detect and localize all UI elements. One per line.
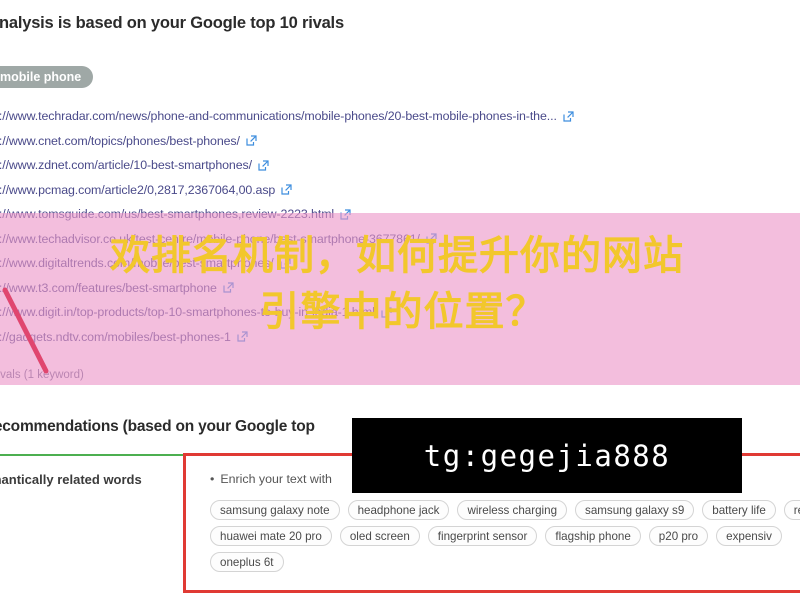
list-item[interactable]: os://www.zdnet.com/article/10-best-smart…	[0, 153, 800, 178]
external-link-icon[interactable]	[246, 135, 257, 146]
green-divider	[0, 454, 186, 456]
keyword-tag[interactable]: battery life	[702, 500, 776, 520]
keyword-badge[interactable]: mobile phone	[0, 66, 94, 88]
app-screenshot-root: analysis is based on your Google top 10 …	[0, 0, 800, 600]
list-item[interactable]: os://www.t3.com/features/best-smartphone	[0, 276, 800, 301]
keyword-tag[interactable]: oneplus 6t	[210, 552, 284, 572]
semantically-related-words-label: mantically related words	[0, 472, 142, 487]
keyword-tag[interactable]: rear cam	[783, 500, 800, 520]
external-link-icon[interactable]	[381, 307, 392, 318]
external-link-icon[interactable]	[426, 233, 437, 244]
rival-url-text[interactable]: os://gadgets.ndtv.com/mobiles/best-phone…	[0, 330, 231, 344]
rival-url-text[interactable]: os://www.pcmag.com/article2/0,2817,23670…	[0, 183, 275, 197]
redaction-overlay-box: tg:gegejia888	[352, 418, 742, 493]
keyword-tag[interactable]: huawei mate 20 pro	[210, 526, 332, 546]
list-item[interactable]: os://www.cnet.com/topics/phones/best-pho…	[0, 129, 800, 154]
list-item[interactable]: os://www.pcmag.com/article2/0,2817,23670…	[0, 178, 800, 203]
keyword-tag[interactable]: flagship phone	[545, 526, 641, 546]
keyword-tag[interactable]: headphone jack	[347, 500, 450, 520]
rival-url-text[interactable]: os://www.zdnet.com/article/10-best-smart…	[0, 158, 252, 172]
rival-url-text[interactable]: os://www.tomsguide.com/us/best-smartphon…	[0, 207, 334, 221]
rival-url-text[interactable]: os://www.digit.in/top-products/top-10-sm…	[0, 305, 375, 319]
keyword-tag[interactable]: expensiv	[716, 526, 782, 546]
external-link-icon[interactable]	[258, 160, 269, 171]
keyword-tag-list: samsung galaxy note headphone jack wirel…	[210, 500, 800, 578]
list-item[interactable]: os://www.techradar.com/news/phone-and-co…	[0, 104, 800, 129]
page-title: analysis is based on your Google top 10 …	[0, 14, 344, 32]
external-link-icon[interactable]	[563, 111, 574, 122]
rival-url-text[interactable]: os://www.cnet.com/topics/phones/best-pho…	[0, 134, 240, 148]
external-link-icon[interactable]	[340, 209, 351, 220]
rival-url-text[interactable]: os://www.techadvisor.co.uk/test-centre/m…	[0, 232, 420, 246]
keyword-tag[interactable]: samsung galaxy s9	[575, 500, 695, 520]
tag-row: samsung galaxy note headphone jack wirel…	[210, 500, 800, 520]
enrich-text-bullet: • Enrich your text with	[210, 472, 332, 486]
rival-url-list: os://www.techradar.com/news/phone-and-co…	[0, 104, 800, 349]
rival-url-text[interactable]: os://www.t3.com/features/best-smartphone	[0, 281, 217, 295]
external-link-icon[interactable]	[279, 258, 291, 269]
list-item[interactable]: os://www.techadvisor.co.uk/test-centre/m…	[0, 227, 800, 252]
external-link-icon[interactable]	[237, 331, 248, 342]
rivals-footnote: l rivals (1 keyword)	[0, 369, 84, 381]
list-item[interactable]: os://www.tomsguide.com/us/best-smartphon…	[0, 202, 800, 227]
redaction-text: tg:gegejia888	[423, 438, 671, 473]
keyword-tag[interactable]: samsung galaxy note	[210, 500, 340, 520]
keyword-tag[interactable]: fingerprint sensor	[427, 526, 538, 546]
tag-row: huawei mate 20 pro oled screen fingerpri…	[210, 526, 800, 546]
bullet-text: Enrich your text with	[220, 472, 332, 486]
keyword-tag[interactable]: p20 pro	[648, 526, 709, 546]
recommendations-heading: recommendations (based on your Google to…	[0, 418, 315, 435]
list-item[interactable]: os://www.digitaltrends.com/mobile/best-s…	[0, 251, 800, 276]
rival-url-text[interactable]: os://www.techradar.com/news/phone-and-co…	[0, 109, 557, 123]
keyword-tag[interactable]: oled screen	[339, 526, 420, 546]
tag-row: oneplus 6t	[210, 552, 800, 572]
list-item[interactable]: os://www.digit.in/top-products/top-10-sm…	[0, 300, 800, 325]
rival-url-text[interactable]: os://www.digitaltrends.com/mobile/best-s…	[0, 256, 274, 270]
external-link-icon[interactable]	[281, 184, 292, 195]
list-item[interactable]: os://gadgets.ndtv.com/mobiles/best-phone…	[0, 325, 800, 350]
bullet-marker: •	[210, 472, 215, 486]
external-link-icon[interactable]	[223, 282, 234, 293]
keyword-tag[interactable]: wireless charging	[457, 500, 568, 520]
